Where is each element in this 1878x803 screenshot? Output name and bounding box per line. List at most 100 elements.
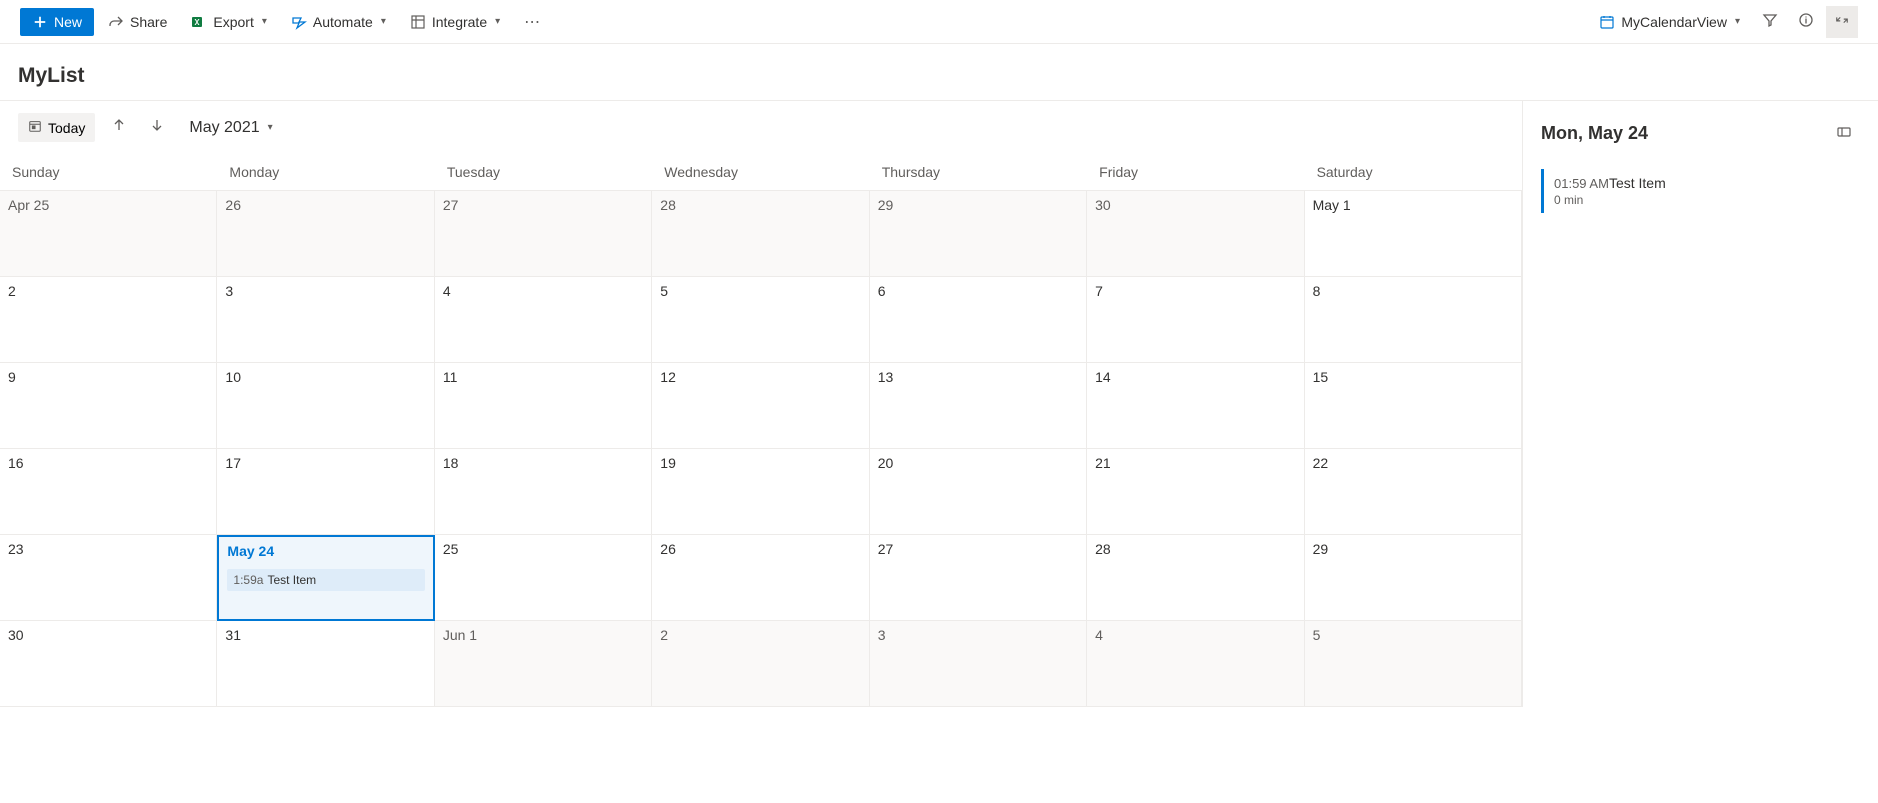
day-number: 23: [8, 541, 208, 557]
arrow-up-icon: [111, 117, 127, 138]
day-number: 29: [878, 197, 1078, 213]
day-cell[interactable]: 30: [0, 621, 217, 707]
day-cell[interactable]: May 1: [1305, 191, 1522, 277]
detail-event-item[interactable]: 01:59 AMTest Item0 min: [1541, 169, 1860, 213]
day-cell[interactable]: 28: [652, 191, 869, 277]
detail-date-label: Mon, May 24: [1541, 123, 1648, 144]
day-cell[interactable]: 26: [217, 191, 434, 277]
view-switcher[interactable]: MyCalendarView ▾: [1589, 8, 1750, 36]
day-number: 6: [878, 283, 1078, 299]
day-cell[interactable]: Apr 25: [0, 191, 217, 277]
day-cell[interactable]: 23: [0, 535, 217, 621]
day-cell[interactable]: 30: [1087, 191, 1304, 277]
day-cell[interactable]: 28: [1087, 535, 1304, 621]
expand-icon: [1836, 124, 1852, 143]
day-cell[interactable]: 5: [1305, 621, 1522, 707]
prev-month-button[interactable]: [105, 114, 133, 142]
day-cell[interactable]: 9: [0, 363, 217, 449]
next-month-button[interactable]: [143, 114, 171, 142]
day-cell[interactable]: 7: [1087, 277, 1304, 363]
detail-event-title: Test Item: [1609, 175, 1666, 191]
day-header: Monday: [217, 154, 434, 191]
day-cell[interactable]: 27: [435, 191, 652, 277]
day-cell[interactable]: 25: [435, 535, 652, 621]
day-cell[interactable]: 3: [217, 277, 434, 363]
day-number: May 1: [1313, 197, 1513, 213]
day-cell[interactable]: 15: [1305, 363, 1522, 449]
day-number: 13: [878, 369, 1078, 385]
day-number: 27: [443, 197, 643, 213]
chevron-down-icon: ▾: [495, 16, 500, 27]
calendar-event[interactable]: 1:59a Test Item: [227, 569, 424, 591]
command-bar-left: New Share Export ▾ Automate ▾ In: [20, 6, 550, 38]
day-header: Thursday: [870, 154, 1087, 191]
day-cell[interactable]: 11: [435, 363, 652, 449]
day-cell[interactable]: May 241:59aTest Item: [217, 535, 434, 621]
day-cell[interactable]: 16: [0, 449, 217, 535]
info-button[interactable]: [1790, 6, 1822, 38]
command-bar-right: MyCalendarView ▾: [1589, 6, 1858, 38]
event-title: Test Item: [267, 573, 316, 587]
expand-day-button[interactable]: [1828, 117, 1860, 149]
calendar-nav: Today May 2021 ▾: [0, 101, 1522, 154]
collapse-pane-button[interactable]: [1826, 6, 1858, 38]
month-picker[interactable]: May 2021 ▾: [189, 119, 272, 137]
day-cell[interactable]: 18: [435, 449, 652, 535]
day-cell[interactable]: 26: [652, 535, 869, 621]
day-number: 26: [225, 197, 425, 213]
today-icon: [28, 119, 42, 136]
arrow-down-icon: [149, 117, 165, 138]
day-cell[interactable]: 27: [870, 535, 1087, 621]
excel-icon: [191, 14, 207, 30]
day-cell[interactable]: 8: [1305, 277, 1522, 363]
day-cell[interactable]: 2: [652, 621, 869, 707]
new-button[interactable]: New: [20, 8, 94, 36]
day-number: 22: [1313, 455, 1513, 471]
day-cell[interactable]: 6: [870, 277, 1087, 363]
day-number: 20: [878, 455, 1078, 471]
month-label-text: May 2021: [189, 119, 259, 137]
day-cell[interactable]: 21: [1087, 449, 1304, 535]
day-cell[interactable]: 4: [435, 277, 652, 363]
automate-button-label: Automate: [313, 14, 373, 30]
more-button[interactable]: ⋯: [514, 6, 550, 38]
automate-button[interactable]: Automate ▾: [281, 8, 396, 36]
share-icon: [108, 14, 124, 30]
list-title: MyList: [18, 64, 1860, 88]
day-cell[interactable]: 20: [870, 449, 1087, 535]
day-cell[interactable]: 2: [0, 277, 217, 363]
export-button[interactable]: Export ▾: [181, 8, 277, 36]
day-number: 5: [660, 283, 860, 299]
day-cell[interactable]: 19: [652, 449, 869, 535]
share-button[interactable]: Share: [98, 8, 177, 36]
day-cell[interactable]: 22: [1305, 449, 1522, 535]
integrate-button[interactable]: Integrate ▾: [400, 8, 510, 36]
day-cell[interactable]: Jun 1: [435, 621, 652, 707]
day-cell[interactable]: 13: [870, 363, 1087, 449]
detail-pane: Mon, May 24 01:59 AMTest Item0 min: [1523, 101, 1878, 707]
day-cell[interactable]: 29: [870, 191, 1087, 277]
automate-icon: [291, 14, 307, 30]
info-icon: [1798, 12, 1814, 31]
main-layout: Today May 2021 ▾ SundayMondayTuesdayWedn…: [0, 101, 1878, 707]
today-button[interactable]: Today: [18, 113, 95, 142]
day-cell[interactable]: 31: [217, 621, 434, 707]
event-time: 1:59a: [233, 573, 263, 587]
day-cell[interactable]: 4: [1087, 621, 1304, 707]
detail-event-time: 01:59 AM: [1554, 176, 1609, 191]
day-cell[interactable]: 14: [1087, 363, 1304, 449]
day-cell[interactable]: 29: [1305, 535, 1522, 621]
command-bar: New Share Export ▾ Automate ▾ In: [0, 0, 1878, 44]
day-number: 15: [1313, 369, 1513, 385]
filter-button[interactable]: [1754, 6, 1786, 38]
day-cell[interactable]: 10: [217, 363, 434, 449]
day-cell[interactable]: 5: [652, 277, 869, 363]
day-cell[interactable]: 17: [217, 449, 434, 535]
day-cell[interactable]: 12: [652, 363, 869, 449]
day-number: 30: [8, 627, 208, 643]
day-number: 9: [8, 369, 208, 385]
day-number: 29: [1313, 541, 1513, 557]
day-number: 3: [225, 283, 425, 299]
day-number: 10: [225, 369, 425, 385]
day-cell[interactable]: 3: [870, 621, 1087, 707]
